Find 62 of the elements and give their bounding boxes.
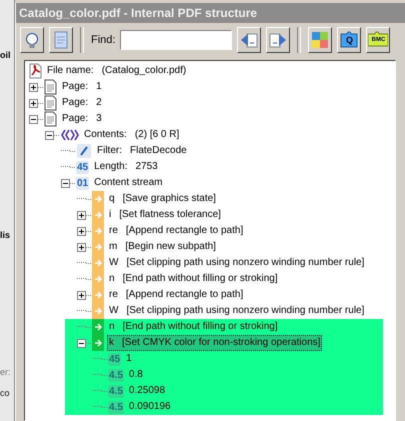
text-fragment: er: [0, 367, 12, 378]
page-previous-icon [240, 31, 258, 49]
bulb-button[interactable] [20, 27, 44, 53]
number-icon: 01 [76, 176, 90, 190]
puzzle-button[interactable]: Q [337, 27, 362, 53]
collapse-toggle[interactable] [77, 338, 86, 348]
slash-icon [76, 143, 92, 159]
tree-item[interactable]: Contents: (2) [6 0 R] [82, 127, 182, 143]
tree-item[interactable]: W [Set clipping path using nonzero winding number rule] [107, 255, 366, 271]
find-field[interactable] [120, 30, 232, 50]
expand-toggle[interactable] [77, 226, 86, 236]
tree-item[interactable]: Content stream [92, 175, 164, 191]
puzzle-icon [311, 31, 330, 49]
page-icon [44, 95, 57, 111]
number-icon: 45 [108, 352, 122, 366]
expand-toggle[interactable] [77, 242, 86, 252]
puzzle-button[interactable] [308, 27, 332, 53]
text-fragment: co [0, 388, 11, 399]
tree-item[interactable]: Page: 2 [60, 95, 104, 111]
double-chevron-icon [60, 127, 79, 143]
number-icon: 45 [76, 160, 90, 174]
tree-item[interactable]: i [Set flatness tolerance] [107, 207, 223, 223]
text-fragment: oil [0, 50, 12, 61]
find-label: Find: [91, 34, 116, 46]
number-icon: 4.5 [108, 368, 124, 382]
window-title: Catalog_color.pdf - Internal PDF structure [16, 3, 405, 23]
page-icon [44, 79, 57, 95]
tree-item[interactable]: re [Append rectangle to path] [107, 223, 246, 239]
tree-item[interactable]: n [End path without filling or stroking] [107, 319, 280, 335]
tree-item[interactable]: W [Set clipping path using nonzero winding number rule] [107, 303, 366, 319]
pdf-file-icon [29, 63, 42, 79]
previous-button[interactable] [237, 27, 262, 53]
tree-item[interactable]: 1 [124, 351, 134, 367]
tree-item[interactable]: re [Append rectangle to path] [107, 287, 246, 303]
expand-toggle[interactable] [77, 290, 86, 300]
collapse-toggle[interactable] [29, 114, 38, 124]
tree-item[interactable]: Page: 1 [60, 79, 104, 95]
tree-item[interactable]: 0.8 [126, 367, 145, 383]
number-icon: 4.5 [108, 384, 124, 398]
tree-item[interactable]: q [Save graphics state] [107, 191, 218, 207]
expand-toggle[interactable] [29, 98, 38, 108]
tree-item[interactable]: Filter: FlateDecode [95, 143, 189, 159]
document-button[interactable] [49, 27, 73, 53]
lightbulb-icon [23, 31, 41, 49]
text-fragment: lis [0, 230, 12, 241]
collapse-toggle[interactable] [61, 178, 70, 188]
tree-item[interactable]: 0.090196 [126, 399, 173, 415]
expand-toggle[interactable] [29, 82, 38, 92]
tree-item[interactable]: m [Begin new subpath] [107, 239, 218, 255]
next-button[interactable] [266, 27, 290, 53]
tree-item[interactable]: Page: 3 [60, 111, 104, 127]
tree-item[interactable]: Length: 2753 [92, 159, 160, 175]
collapse-toggle[interactable] [45, 130, 54, 140]
number-icon: 4.5 [108, 400, 124, 414]
expand-toggle[interactable] [77, 210, 86, 220]
tree-item[interactable]: File name: (Catalog_color.pdf) [45, 63, 188, 79]
page-icon [44, 111, 57, 127]
tree-item[interactable]: k [Set CMYK color for non-stroking operations] [107, 335, 322, 351]
tree-item[interactable]: n [End path without filling or stroking] [107, 271, 280, 287]
tree-item[interactable]: 0.25098 [126, 383, 168, 399]
page-next-icon [269, 31, 288, 49]
document-icon [52, 31, 70, 49]
